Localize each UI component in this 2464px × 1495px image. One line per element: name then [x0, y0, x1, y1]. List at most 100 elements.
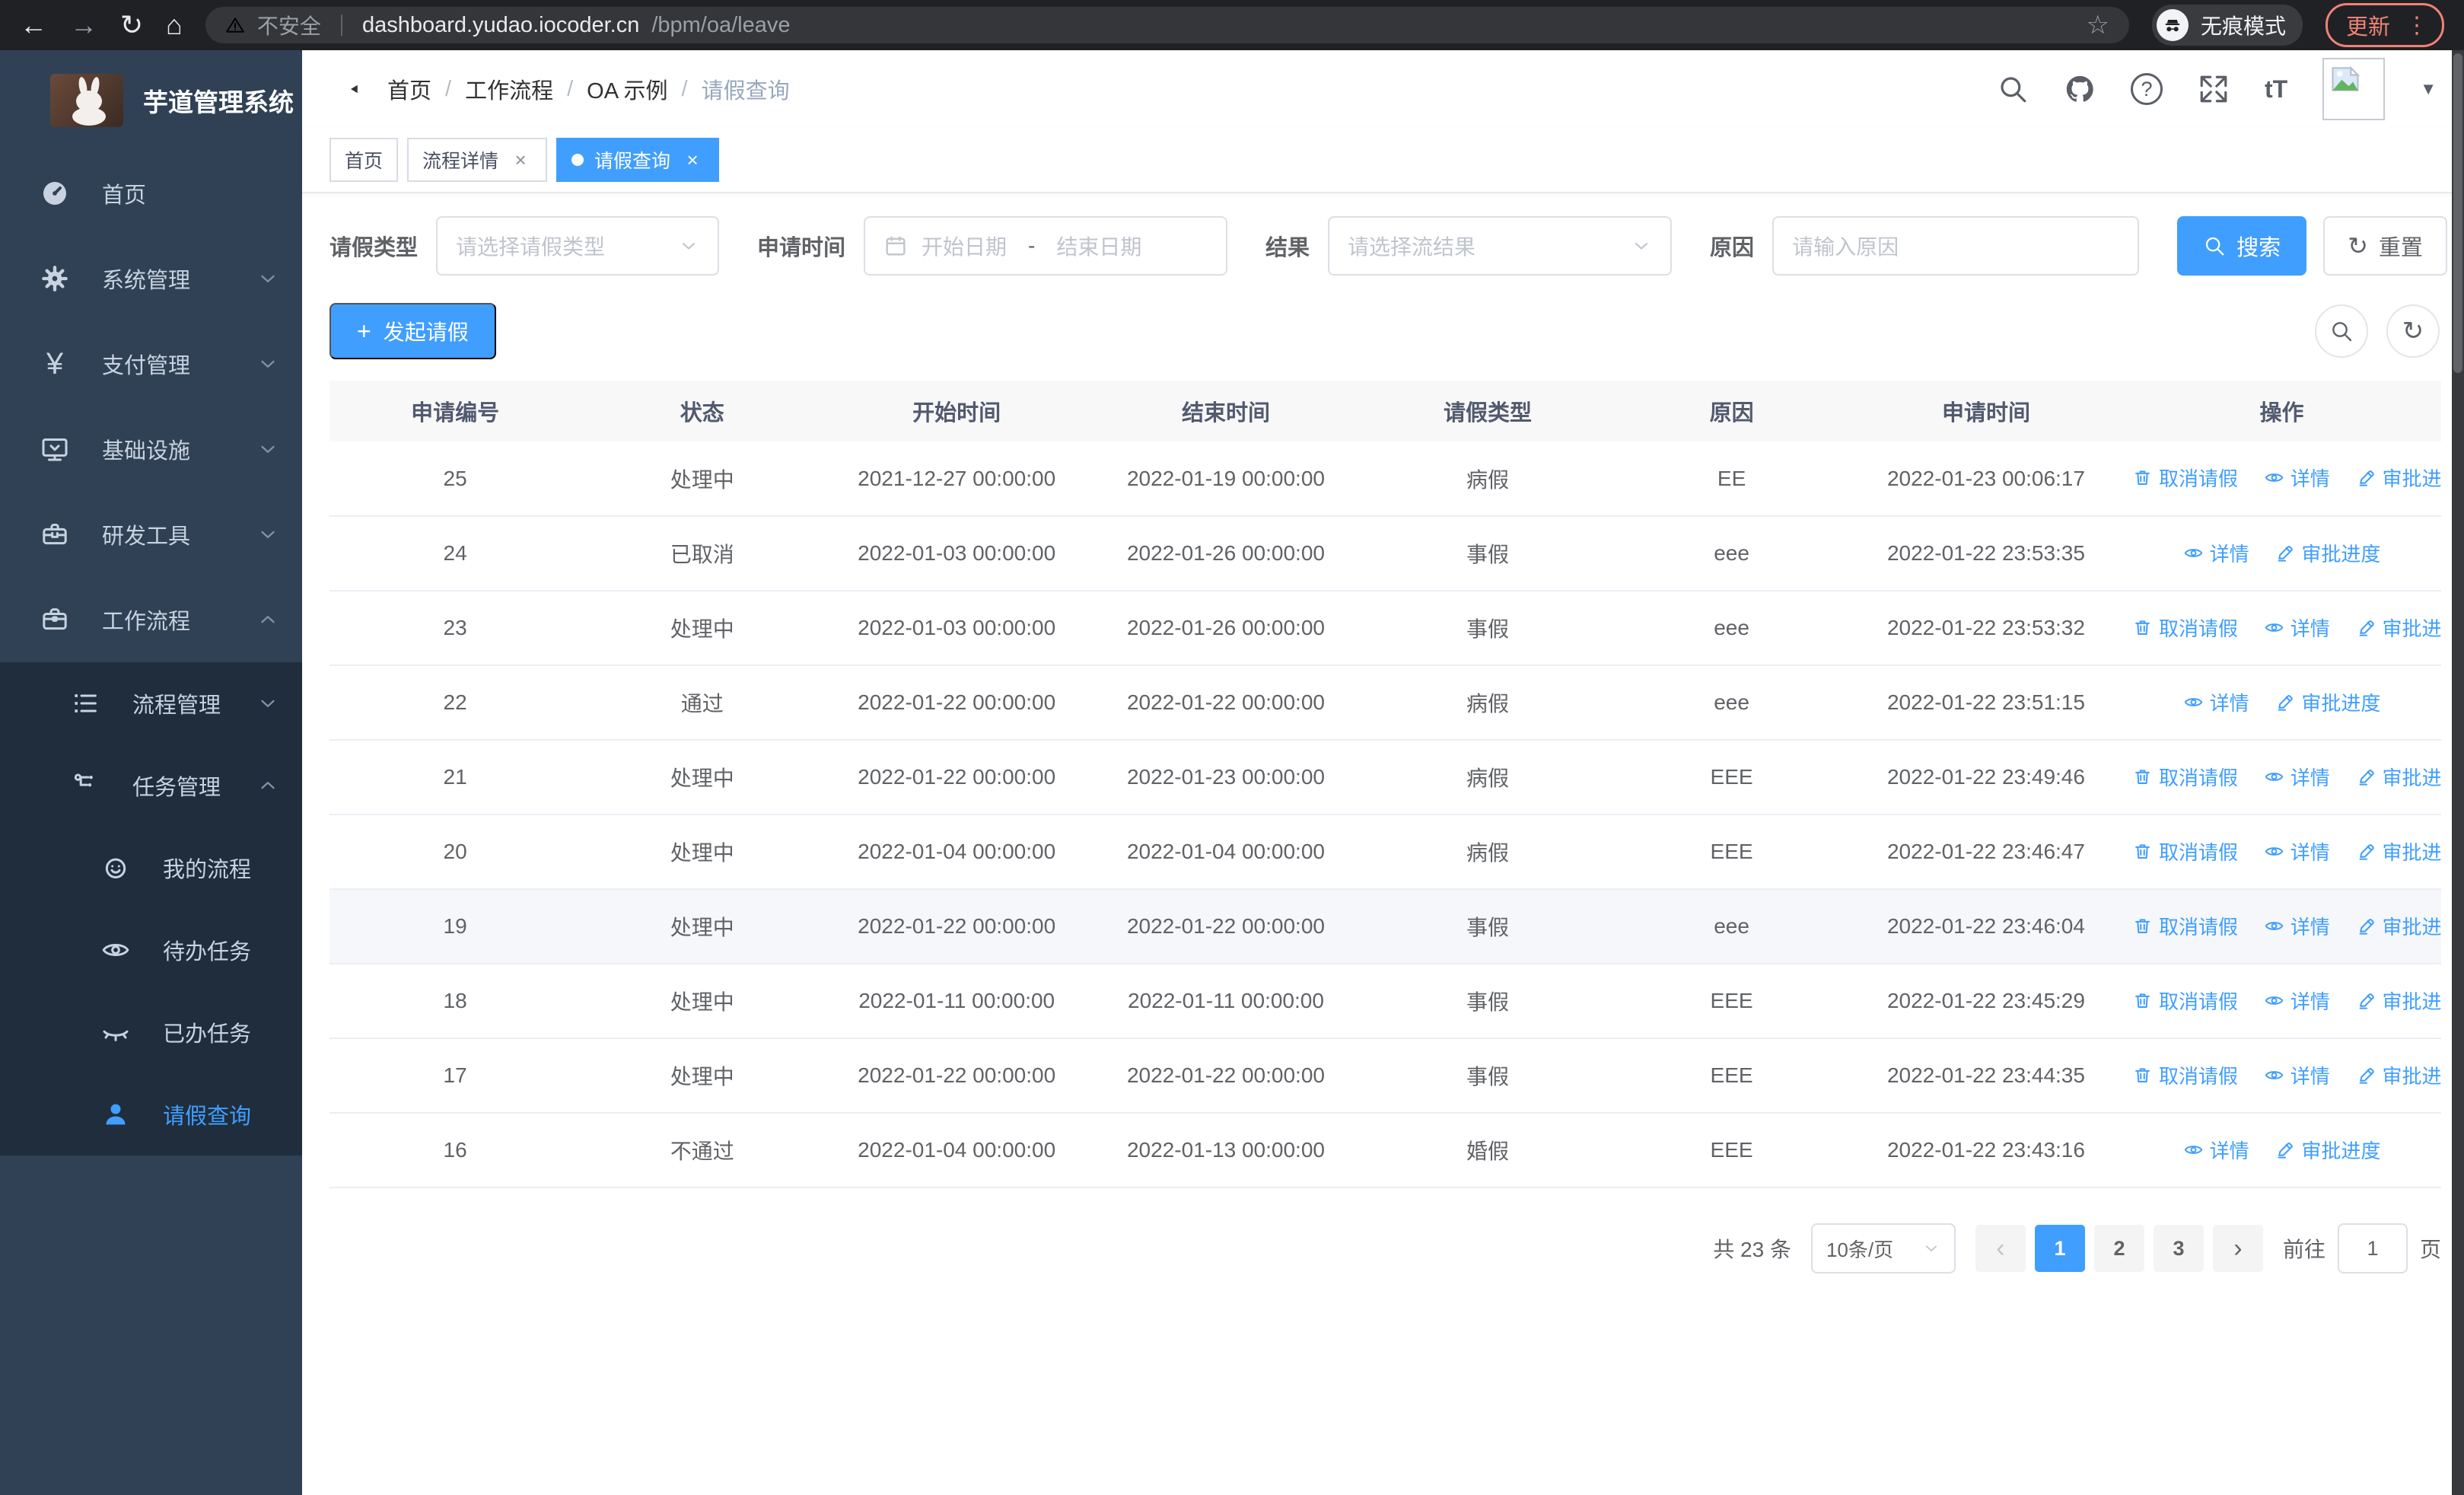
breadcrumb-workflow[interactable]: 工作流程: [465, 73, 553, 105]
approval-progress-link[interactable]: 审批进度: [2275, 539, 2380, 567]
page-button-1[interactable]: 1: [2034, 1225, 2085, 1272]
approval-progress-link[interactable]: 审批进度: [2275, 688, 2380, 716]
create-leave-button[interactable]: + 发起请假: [329, 303, 496, 359]
detail-link[interactable]: 详情: [2264, 464, 2330, 492]
sidebar-item-task-mgmt[interactable]: 任务管理: [0, 744, 302, 827]
cell-actions: 详情 审批进度: [2122, 665, 2441, 741]
eye-icon: [2265, 996, 2283, 1005]
cell-start-time: 2021-12-27 00:00:00: [823, 441, 1090, 517]
detail-link[interactable]: 详情: [2264, 763, 2330, 791]
cell-end-time: 2022-01-22 00:00:00: [1089, 665, 1362, 741]
cancel-leave-link[interactable]: 取消请假: [2132, 912, 2238, 940]
help-icon[interactable]: ?: [2131, 73, 2163, 105]
approval-progress-link[interactable]: 审批进度: [2356, 1061, 2441, 1089]
approval-progress-link[interactable]: 审批进度: [2356, 912, 2441, 940]
page-size-select[interactable]: 10条/页: [1810, 1223, 1956, 1273]
scrollbar-thumb[interactable]: [2453, 53, 2462, 373]
sidebar-item-payment[interactable]: ¥ 支付管理: [0, 321, 302, 406]
detail-link[interactable]: 详情: [2264, 987, 2330, 1015]
sidebar-item-workflow[interactable]: 工作流程: [0, 577, 302, 662]
eye-icon: [2265, 1070, 2283, 1079]
browser-back-icon[interactable]: ←: [20, 11, 47, 39]
approval-progress-link[interactable]: 审批进度: [2356, 837, 2441, 865]
chevron-up-icon: [261, 616, 275, 623]
approval-progress-link[interactable]: 审批进度: [2356, 987, 2441, 1015]
prev-page-button[interactable]: ‹: [1975, 1225, 2026, 1272]
bookmark-star-icon[interactable]: ☆: [2086, 10, 2109, 40]
sidebar-item-infra[interactable]: 基础设施: [0, 406, 302, 492]
toolbox-icon: [43, 524, 67, 545]
approval-progress-link[interactable]: 审批进度: [2275, 1136, 2380, 1164]
approval-progress-link[interactable]: 审批进度: [2356, 464, 2441, 492]
cell-leave-type: 病假: [1361, 814, 1614, 890]
next-page-button[interactable]: ›: [2212, 1225, 2263, 1272]
cell-actions: 取消请假 详情 审批进度: [2122, 740, 2441, 815]
tab-leave-query[interactable]: 请假查询 ×: [556, 138, 720, 182]
github-icon[interactable]: [2064, 73, 2096, 105]
detail-link[interactable]: 详情: [2183, 1136, 2249, 1164]
sidebar-item-home[interactable]: 首页: [0, 151, 302, 236]
cell-apply-time: 2022-01-22 23:43:16: [1849, 1113, 2122, 1188]
sidebar-item-my-process[interactable]: 我的流程: [0, 827, 302, 909]
close-icon[interactable]: ×: [681, 148, 704, 172]
search-icon[interactable]: [1997, 73, 2029, 105]
table-row: 24 已取消 2022-01-03 00:00:00 2022-01-26 00…: [329, 516, 2441, 591]
col-apply-time: 申请时间: [1849, 381, 2122, 441]
table-row: 20 处理中 2022-01-04 00:00:00 2022-01-04 00…: [329, 814, 2441, 890]
leave-type-select[interactable]: 请选择请假类型: [436, 216, 720, 276]
page-button-3[interactable]: 3: [2153, 1225, 2204, 1272]
edit-pencil-icon: [2359, 993, 2374, 1009]
breadcrumb-home[interactable]: 首页: [387, 73, 431, 105]
sidebar-item-done-tasks[interactable]: 已办任务: [0, 991, 302, 1073]
reset-button[interactable]: ↻ 重置: [2323, 216, 2447, 276]
sidebar-item-leave-query[interactable]: 请假查询: [0, 1073, 302, 1156]
sidebar-collapse-icon[interactable]: [329, 73, 361, 105]
search-button[interactable]: 搜索: [2177, 216, 2307, 276]
user-icon: [106, 1104, 126, 1125]
browser-menu-dots-icon[interactable]: ⋮: [2405, 12, 2428, 39]
cancel-leave-link[interactable]: 取消请假: [2132, 837, 2238, 865]
tab-home[interactable]: 首页: [329, 138, 399, 182]
cancel-leave-link[interactable]: 取消请假: [2132, 464, 2238, 492]
cell-apply-time: 2022-01-22 23:46:04: [1849, 889, 2122, 964]
goto-page-input[interactable]: 1: [2337, 1223, 2408, 1273]
sidebar-item-process-mgmt[interactable]: 流程管理: [0, 662, 302, 744]
sidebar-item-system[interactable]: 系统管理: [0, 236, 302, 321]
tab-process-detail[interactable]: 流程详情 ×: [407, 138, 548, 182]
close-icon[interactable]: ×: [509, 148, 532, 172]
breadcrumb-oa-example[interactable]: OA 示例: [587, 73, 667, 105]
address-bar[interactable]: 不安全 dashboard.yudao.iocoder.cn/bpm/oa/le…: [205, 7, 2129, 43]
avatar[interactable]: [2322, 58, 2386, 120]
apply-time-range-picker[interactable]: 开始日期 - 结束日期: [864, 216, 1228, 276]
detail-link[interactable]: 详情: [2264, 837, 2330, 865]
approval-progress-link[interactable]: 审批进度: [2356, 763, 2441, 791]
result-select[interactable]: 请选择流结果: [1328, 216, 1673, 276]
sidebar-item-label: 系统管理: [102, 269, 191, 293]
detail-link[interactable]: 详情: [2264, 614, 2330, 642]
reason-input[interactable]: 请输入原因: [1772, 216, 2140, 276]
show-search-toggle-button[interactable]: [2315, 304, 2368, 358]
approval-progress-link[interactable]: 审批进度: [2356, 614, 2441, 642]
browser-update-button[interactable]: 更新 ⋮: [2325, 3, 2444, 47]
sidebar-item-todo-tasks[interactable]: 待办任务: [0, 909, 302, 991]
flow-tree-icon: [74, 773, 93, 787]
detail-link[interactable]: 详情: [2264, 912, 2330, 940]
detail-link[interactable]: 详情: [2183, 539, 2249, 567]
sidebar-item-devtools[interactable]: 研发工具: [0, 492, 302, 577]
browser-home-icon[interactable]: ⌂: [166, 11, 183, 39]
cancel-leave-link[interactable]: 取消请假: [2132, 1061, 2238, 1089]
avatar-caret-icon[interactable]: ▼: [2420, 79, 2437, 99]
fullscreen-icon[interactable]: [2198, 73, 2230, 105]
detail-link[interactable]: 详情: [2183, 688, 2249, 716]
browser-reload-icon[interactable]: ↻: [120, 11, 143, 39]
page-button-2[interactable]: 2: [2093, 1225, 2144, 1272]
browser-forward-icon[interactable]: →: [70, 11, 97, 39]
cancel-leave-link[interactable]: 取消请假: [2132, 614, 2238, 642]
refresh-table-button[interactable]: ↻: [2386, 304, 2440, 358]
eye-icon: [2184, 697, 2202, 706]
font-size-icon[interactable]: tT: [2265, 75, 2287, 104]
cancel-leave-link[interactable]: 取消请假: [2132, 987, 2238, 1015]
cancel-leave-link[interactable]: 取消请假: [2132, 763, 2238, 791]
list-icon: [75, 694, 97, 712]
detail-link[interactable]: 详情: [2264, 1061, 2330, 1089]
